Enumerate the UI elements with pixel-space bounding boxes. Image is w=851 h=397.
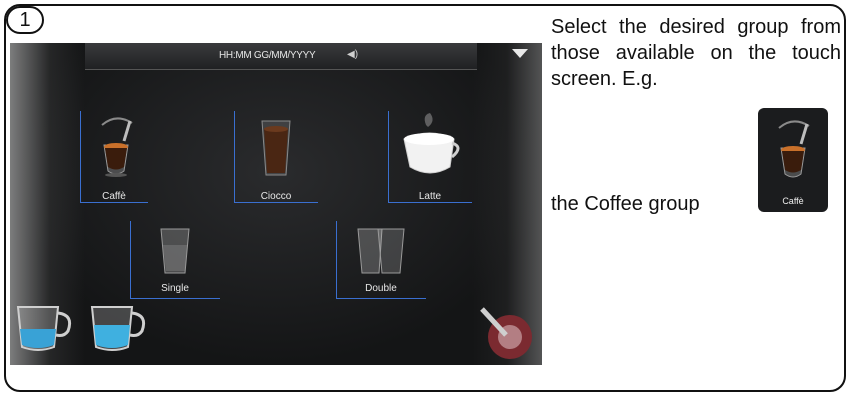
touch-screen: HH:MM GG/MM/YYYY ◀) Caffè Ciocco Latte S… (10, 43, 542, 365)
espresso-cup-icon (101, 117, 133, 177)
instruction-text: Select the desired group from those avai… (551, 16, 841, 90)
group-tile-caffe[interactable]: Caffè (80, 111, 148, 203)
chocolate-glass-icon (261, 120, 291, 176)
group-label-caffe: Caffè (102, 191, 126, 202)
double-glass-icon (357, 228, 405, 274)
size-label-single: Single (161, 283, 189, 294)
group-tile-latte[interactable]: Latte (388, 111, 472, 203)
size-label-double: Double (365, 283, 397, 294)
water-jug-icon[interactable] (82, 299, 152, 355)
coffee-group-thumbnail: Caffè (758, 108, 828, 212)
datetime-text: HH:MM GG/MM/YYYY (219, 50, 316, 61)
speaker-icon[interactable]: ◀) (347, 49, 358, 60)
espresso-cup-icon (778, 120, 810, 178)
group-label-latte: Latte (418, 191, 442, 202)
status-bar: HH:MM GG/MM/YYYY ◀) (85, 43, 477, 70)
steam-wand-icon[interactable] (474, 305, 538, 363)
milk-jug-icon[interactable] (10, 299, 78, 355)
group-label-ciocco: Ciocco (260, 191, 292, 202)
single-glass-icon (160, 228, 190, 274)
thumbnail-label: Caffè (782, 196, 804, 206)
group-tile-ciocco[interactable]: Ciocco (234, 111, 318, 203)
triangle-down-icon[interactable] (512, 49, 528, 58)
size-tile-double[interactable]: Double (336, 221, 426, 299)
instruction-text-example: the Coffee group (551, 193, 700, 215)
size-tile-single[interactable]: Single (130, 221, 220, 299)
milk-cup-icon (403, 113, 460, 174)
step-number-badge: 1 (6, 6, 44, 34)
